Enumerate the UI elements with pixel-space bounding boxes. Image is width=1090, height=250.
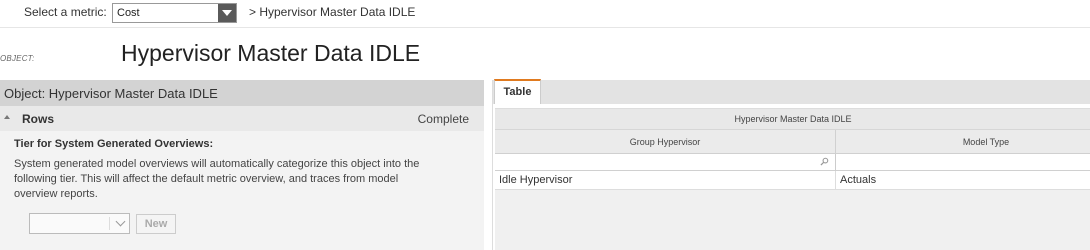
rows-status: Complete — [417, 112, 469, 126]
breadcrumb[interactable]: > Hypervisor Master Data IDLE — [249, 5, 415, 19]
tab-table[interactable]: Table — [494, 79, 541, 104]
object-panel-header: Object: Hypervisor Master Data IDLE — [0, 80, 484, 106]
tier-select[interactable] — [29, 213, 130, 234]
rows-section-label: Rows — [22, 112, 55, 126]
collapse-caret-icon[interactable] — [4, 115, 10, 119]
metric-select[interactable]: Cost — [112, 3, 237, 23]
metric-label: Select a metric: — [24, 5, 107, 19]
grid-title: Hypervisor Master Data IDLE — [495, 109, 1090, 130]
chevron-down-icon[interactable] — [115, 216, 126, 227]
rows-section-toggle[interactable]: Rows Complete — [0, 106, 484, 131]
filter-input-group-hypervisor[interactable] — [495, 154, 836, 171]
new-button[interactable]: New — [136, 214, 176, 234]
object-panel-title: Object: Hypervisor Master Data IDLE — [4, 86, 218, 101]
object-panel: Object: Hypervisor Master Data IDLE Rows… — [0, 80, 484, 250]
column-header-group-hypervisor[interactable]: Group Hypervisor — [495, 130, 836, 154]
table-panel: Table Hypervisor Master Data IDLE Group … — [492, 79, 1090, 250]
filter-input-model-type[interactable] — [836, 154, 1090, 171]
tier-title: Tier for System Generated Overviews: — [14, 138, 214, 150]
tab-strip: Table — [493, 79, 1090, 104]
chevron-down-icon[interactable] — [218, 4, 236, 22]
page-title: Hypervisor Master Data IDLE — [121, 40, 421, 66]
table-cell[interactable]: Idle Hypervisor — [495, 171, 836, 190]
object-label: OBJECT: — [0, 54, 35, 63]
tier-description: System generated model overviews will au… — [14, 158, 420, 200]
table-cell[interactable]: Actuals — [836, 171, 1090, 190]
metric-select-value: Cost — [117, 7, 140, 19]
column-header-model-type[interactable]: Model Type — [836, 130, 1090, 154]
search-icon[interactable] — [820, 157, 829, 166]
data-grid: Hypervisor Master Data IDLE Group Hyperv… — [495, 108, 1090, 250]
top-bar: Select a metric: Cost > Hypervisor Maste… — [0, 0, 1090, 28]
divider — [109, 217, 110, 230]
